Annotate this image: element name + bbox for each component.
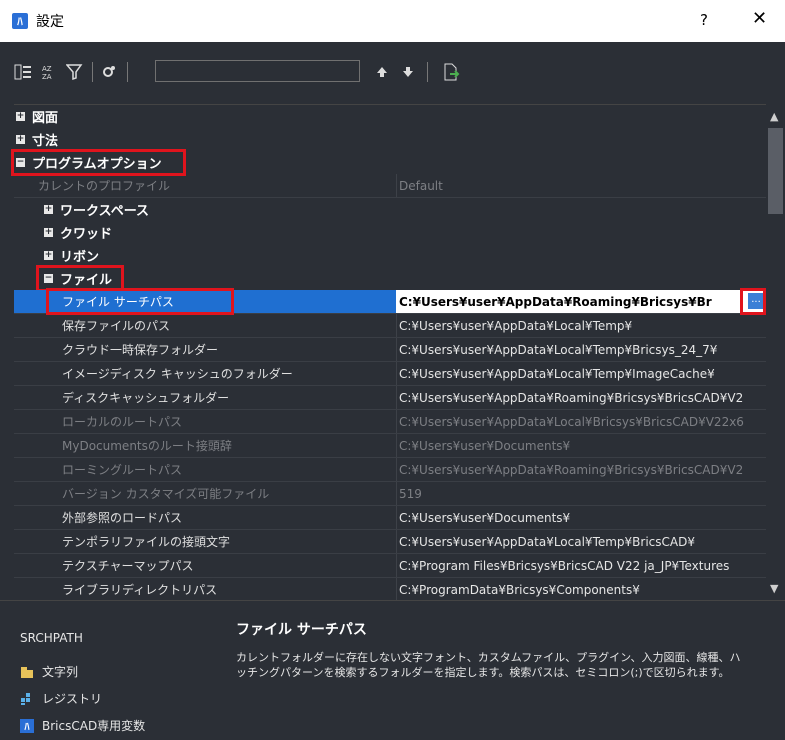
vertical-scrollbar[interactable]: ▲ ▼ <box>766 104 785 600</box>
property-value: Default <box>399 178 443 193</box>
category-label: ワークスペース <box>60 204 150 219</box>
property-row[interactable]: MyDocumentsのルート接頭辞 C:¥Users¥user¥Documen… <box>14 434 766 458</box>
property-value: C:¥Users¥user¥AppData¥Local¥Temp¥Bricsys… <box>399 342 718 357</box>
category-quad[interactable]: + クワッド <box>14 221 766 244</box>
property-value: C:¥Users¥user¥Documents¥ <box>399 510 571 525</box>
legend-label: BricsCAD専用変数 <box>42 719 146 733</box>
description-text: ッチングパターンを検索するフォルダーを指定します。検索パスは、セミコロン(;)で… <box>236 666 730 679</box>
expand-icon[interactable]: + <box>44 205 53 214</box>
property-row[interactable]: 保存ファイルのパス C:¥Users¥user¥AppData¥Local¥Te… <box>14 314 766 338</box>
expand-icon[interactable]: + <box>44 251 53 260</box>
legend-string: 文字列 <box>20 663 78 680</box>
move-up-icon[interactable] <box>373 63 391 81</box>
legend-registry: レジストリ <box>20 690 102 707</box>
legend-label: レジストリ <box>42 692 103 706</box>
category-label: 寸法 <box>32 134 59 149</box>
toolbar-separator <box>92 62 93 82</box>
category-label: 図面 <box>32 111 59 126</box>
property-name: カレントのプロファイル <box>38 179 171 193</box>
expand-icon[interactable]: + <box>44 228 53 237</box>
property-value: C:¥Users¥user¥AppData¥Roaming¥Bricsys¥Br… <box>399 390 744 405</box>
alphabetical-sort-icon[interactable]: AZ ZA <box>40 63 58 81</box>
legend-bricscad: ﾊ BricsCAD専用変数 <box>20 717 145 734</box>
property-name: ディスクキャッシュフォルダー <box>62 391 230 405</box>
toolbar: AZ ZA <box>0 42 785 104</box>
search-input[interactable] <box>155 60 360 82</box>
property-name: バージョン カスタマイズ可能ファイル <box>62 487 270 501</box>
property-value: C:¥Users¥user¥Documents¥ <box>399 438 571 453</box>
highlight-box <box>11 149 186 176</box>
highlight-box <box>46 288 234 315</box>
export-icon[interactable] <box>442 63 460 81</box>
category-program-options[interactable]: − プログラムオプション <box>11 149 766 176</box>
property-name: ライブラリディレクトリパス <box>62 583 218 597</box>
category-ribbon[interactable]: + リボン <box>14 244 766 267</box>
property-value: C:¥Users¥user¥AppData¥Local¥Temp¥ImageCa… <box>399 366 715 381</box>
property-value: C:¥Users¥user¥AppData¥Local¥Temp¥BricsCA… <box>399 534 695 549</box>
property-row[interactable]: ディスクキャッシュフォルダー C:¥Users¥user¥AppData¥Roa… <box>14 386 766 410</box>
property-value: C:¥ProgramData¥Bricsys¥Components¥ <box>399 582 640 597</box>
property-row[interactable]: テンポラリファイルの接頭文字 C:¥Users¥user¥AppData¥Loc… <box>14 530 766 554</box>
property-name: テンポラリファイルの接頭文字 <box>62 535 231 549</box>
description-panel: SRCHPATH ファイル サーチパス カレントフォルダーに存在しない文字フォン… <box>0 600 785 740</box>
property-value: C:¥Users¥user¥AppData¥Local¥Bricsys¥Bric… <box>399 414 744 429</box>
window-title: 設定 <box>36 14 64 30</box>
title-bar: ﾊ 設定 ? ✕ <box>0 0 785 42</box>
property-row[interactable]: テクスチャーマップパス C:¥Program Files¥Bricsys¥Bri… <box>14 554 766 578</box>
property-name: MyDocumentsのルート接頭辞 <box>62 439 232 453</box>
category-dimension[interactable]: + 寸法 <box>14 128 766 151</box>
expand-icon[interactable]: + <box>16 135 25 144</box>
filter-icon[interactable] <box>66 63 84 81</box>
variable-name: SRCHPATH <box>20 631 83 645</box>
property-value: C:¥Program Files¥Bricsys¥BricsCAD V22 ja… <box>399 558 730 573</box>
string-icon <box>20 665 34 679</box>
svg-text:ZA: ZA <box>42 73 52 81</box>
highlight-box <box>740 288 766 315</box>
scroll-thumb[interactable] <box>768 128 783 214</box>
property-name: ローカルのルートパス <box>62 415 183 429</box>
move-down-icon[interactable] <box>399 63 417 81</box>
legend-label: 文字列 <box>42 665 79 679</box>
property-row[interactable]: イメージディスク キャッシュのフォルダー C:¥Users¥user¥AppDa… <box>14 362 766 386</box>
registry-icon <box>20 692 34 706</box>
scroll-down-icon[interactable]: ▼ <box>770 582 778 595</box>
help-button[interactable]: ? <box>700 11 708 29</box>
category-file[interactable]: − ファイル <box>14 265 766 292</box>
close-button[interactable]: ✕ <box>752 8 767 29</box>
description-title: ファイル サーチパス <box>236 622 367 638</box>
property-value: 519 <box>399 486 422 501</box>
property-value: C:¥Users¥user¥AppData¥Roaming¥Bricsys¥Br… <box>399 462 744 477</box>
property-name: テクスチャーマップパス <box>62 559 194 573</box>
category-workspace[interactable]: + ワークスペース <box>14 198 766 221</box>
toolbar-separator <box>427 62 428 82</box>
property-row[interactable]: バージョン カスタマイズ可能ファイル 519 <box>14 482 766 506</box>
category-drawing[interactable]: + 図面 <box>14 105 766 128</box>
property-row-file-search-path[interactable]: ファイル サーチパス C:¥Users¥user¥AppData¥Roaming… <box>14 288 766 315</box>
property-name: 外部参照のロードパス <box>62 511 183 525</box>
scroll-up-icon[interactable]: ▲ <box>770 110 778 123</box>
expand-icon[interactable]: + <box>16 112 25 121</box>
property-name: 保存ファイルのパス <box>62 319 171 333</box>
property-row[interactable]: ライブラリディレクトリパス C:¥ProgramData¥Bricsys¥Com… <box>14 578 766 602</box>
property-name: クラウド一時保存フォルダー <box>62 343 219 357</box>
property-name: イメージディスク キャッシュのフォルダー <box>62 367 293 381</box>
property-value: C:¥Users¥user¥AppData¥Local¥Temp¥ <box>399 318 633 333</box>
property-row[interactable]: 外部参照のロードパス C:¥Users¥user¥Documents¥ <box>14 506 766 530</box>
toolbar-separator <box>127 62 128 82</box>
category-label: リボン <box>60 250 100 265</box>
property-row[interactable]: クラウド一時保存フォルダー C:¥Users¥user¥AppData¥Loca… <box>14 338 766 362</box>
property-row[interactable]: ローカルのルートパス C:¥Users¥user¥AppData¥Local¥B… <box>14 410 766 434</box>
category-label: クワッド <box>60 227 113 242</box>
categorized-view-icon[interactable] <box>14 63 32 81</box>
property-row[interactable]: ローミングルートパス C:¥Users¥user¥AppData¥Roaming… <box>14 458 766 482</box>
bricscad-app-icon: ﾊ <box>12 13 28 29</box>
settings-icon[interactable] <box>100 63 118 81</box>
svg-text:AZ: AZ <box>42 65 52 73</box>
settings-tree: + 図面 + 寸法 − プログラムオプション カレントのプロファイル Defau… <box>11 104 766 602</box>
bricscad-variable-icon: ﾊ <box>20 718 34 733</box>
property-row-current-profile[interactable]: カレントのプロファイル Default <box>14 174 766 198</box>
property-value[interactable]: C:¥Users¥user¥AppData¥Roaming¥Bricsys¥Br <box>399 295 751 309</box>
property-name: ローミングルートパス <box>62 463 183 477</box>
description-text: カレントフォルダーに存在しない文字フォント、カスタムファイル、プラグイン、入力図… <box>236 651 741 664</box>
